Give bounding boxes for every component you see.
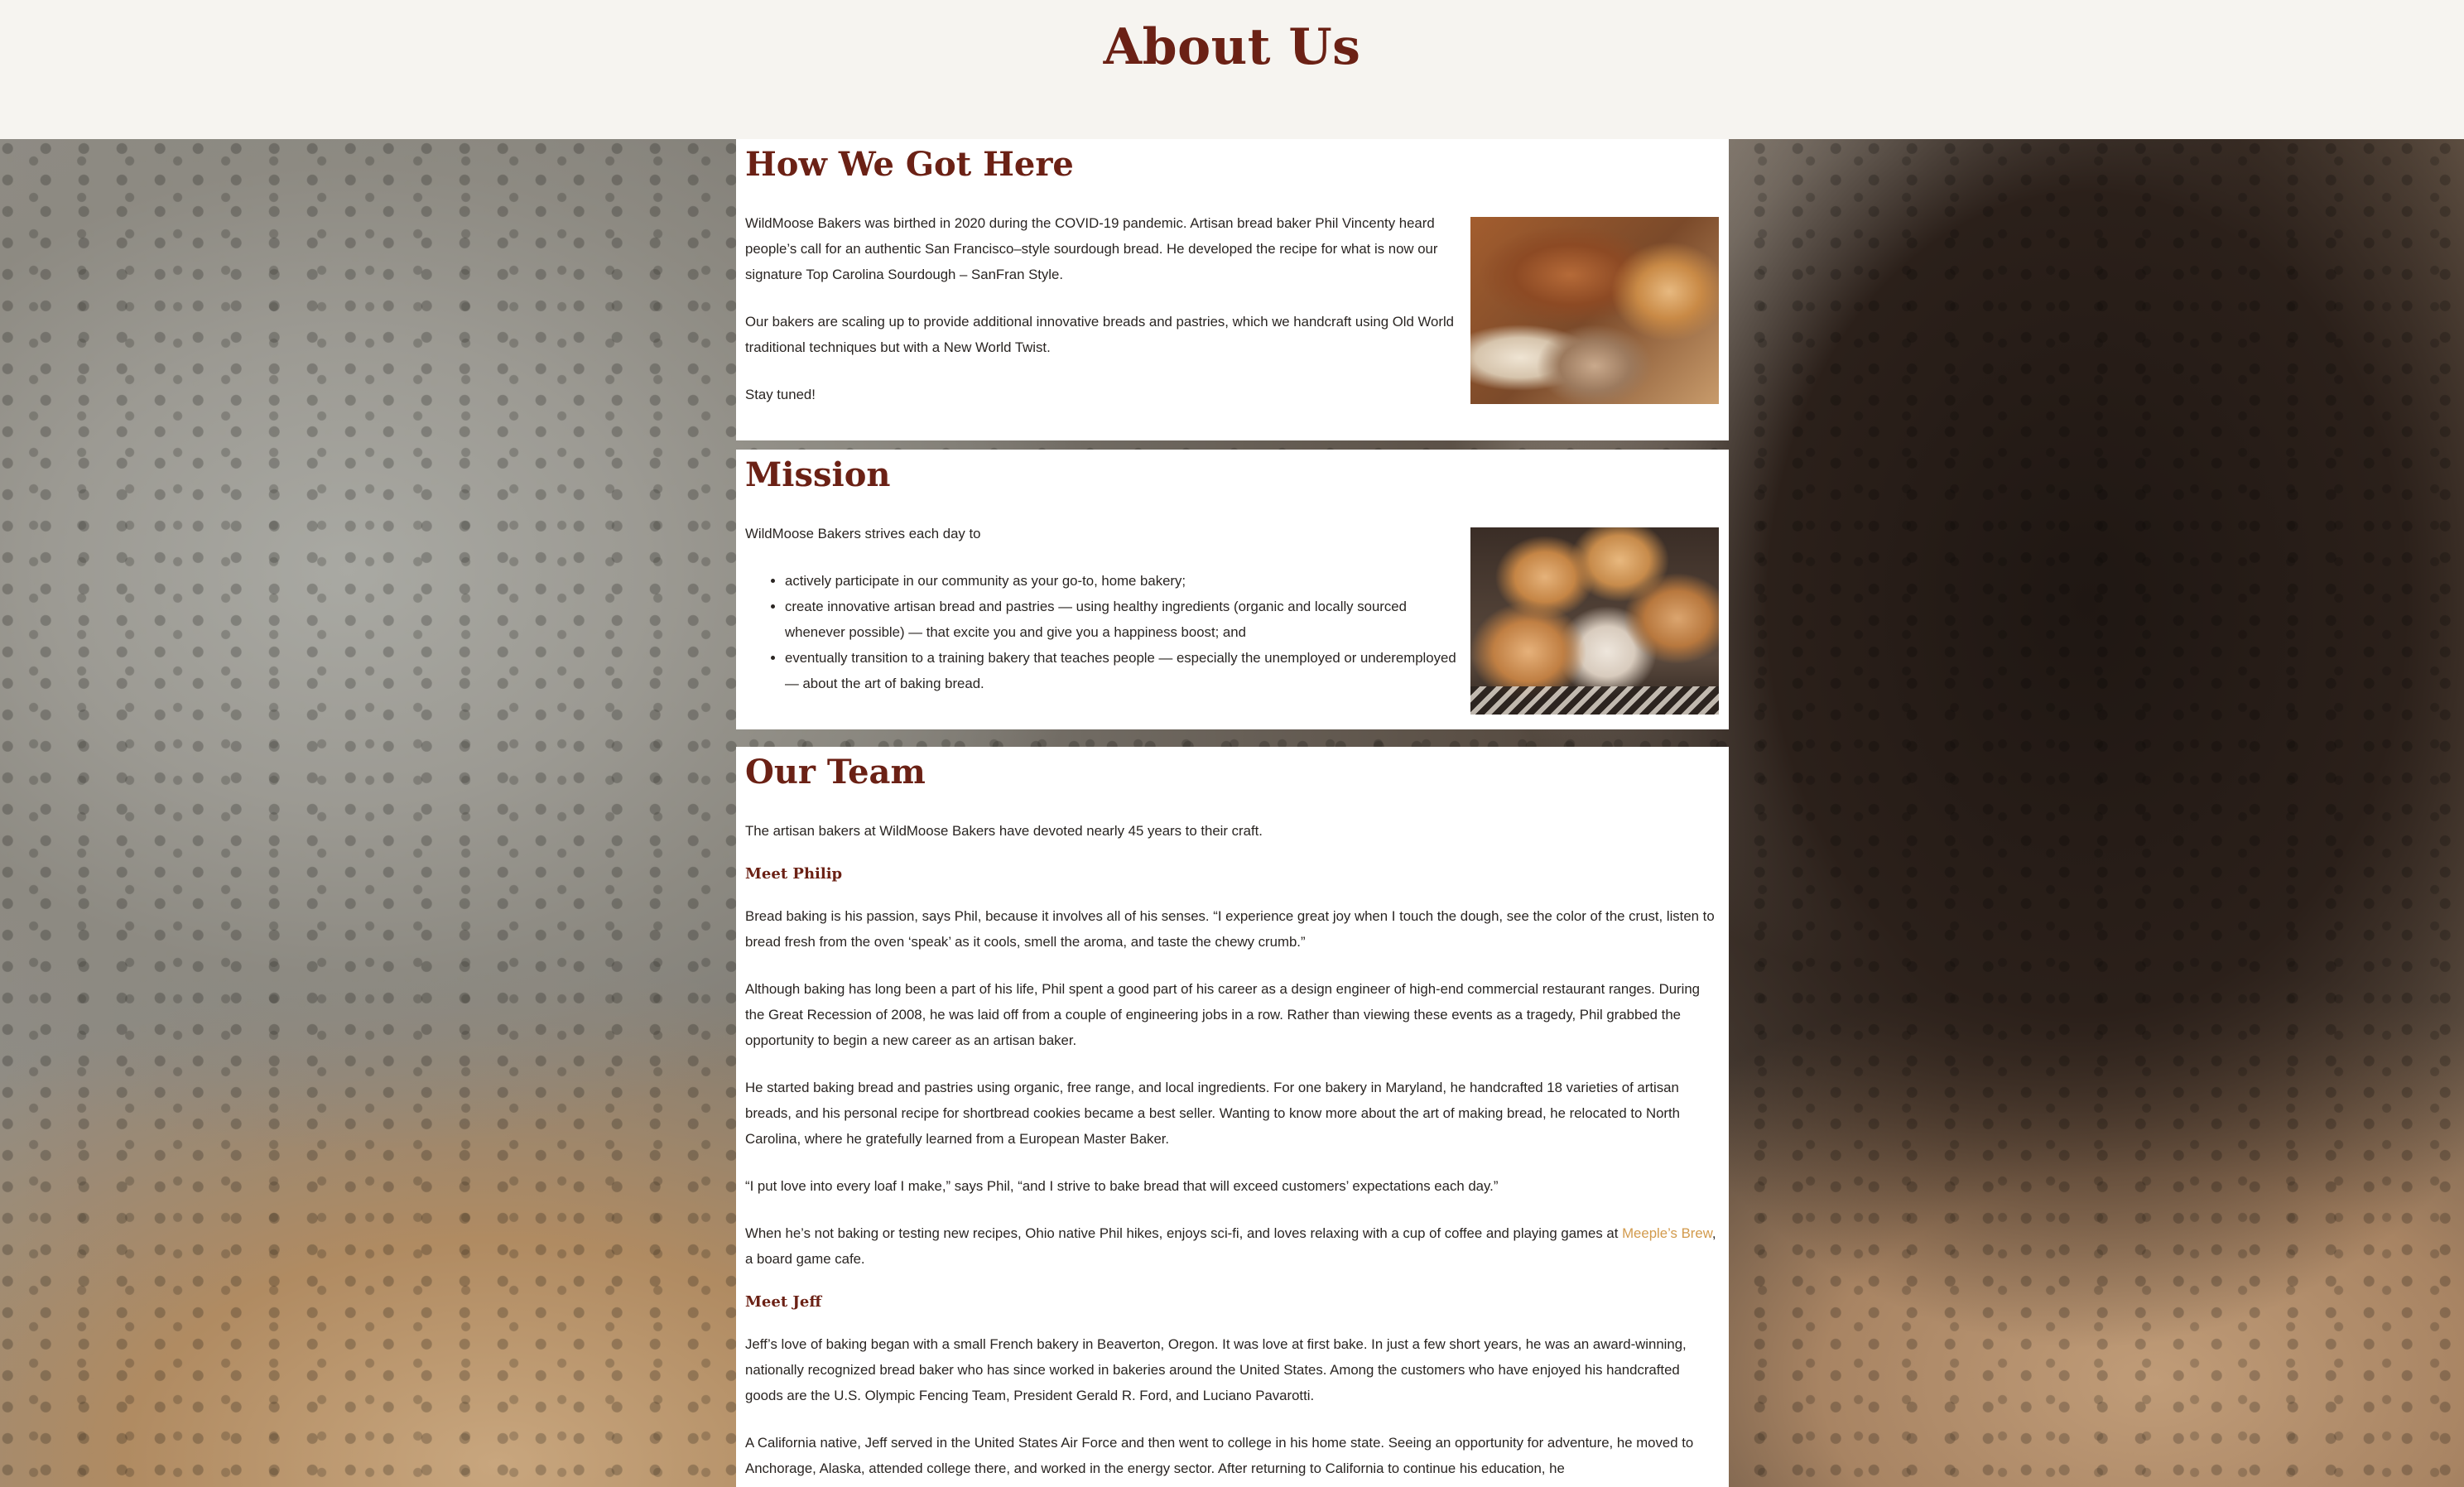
history-heading: How We Got Here [745, 145, 1074, 184]
team-heading: Our Team [745, 753, 926, 792]
meet-jeff-heading: Meet Jeff [745, 1293, 822, 1311]
mission-section: Mission WildMoose Bakers strives each da… [736, 450, 1729, 729]
philip-paragraph: Although baking has long been a part of … [745, 981, 1701, 1048]
page-title: About Us [1103, 18, 1361, 76]
mission-list-item: eventually transition to a training bake… [785, 645, 1457, 696]
philip-hobbies: When he’s not baking or testing new reci… [745, 1220, 1719, 1272]
history-text: WildMoose Bakers was birthed in 2020 dur… [745, 215, 1457, 407]
jeff-paragraph: Jeff’s love of baking began with a small… [745, 1336, 1687, 1403]
mission-list-item: actively participate in our community as… [785, 568, 1457, 594]
team-section: Our Team The artisan bakers at WildMoose… [736, 747, 1729, 1487]
meet-philip-heading: Meet Philip [745, 865, 843, 883]
team-intro: The artisan bakers at WildMoose Bakers h… [745, 823, 1263, 839]
jeff-paragraph: A California native, Jeff served in the … [745, 1435, 1694, 1476]
philip-paragraph: “I put love into every loaf I make,” say… [745, 1178, 1499, 1194]
mission-text: WildMoose Bakers strives each day to act… [745, 526, 1457, 696]
philip-hobbies-text: When he’s not baking or testing new reci… [745, 1225, 1623, 1241]
mission-list-item: create innovative artisan bread and past… [785, 594, 1457, 645]
mission-intro: WildMoose Bakers strives each day to [745, 526, 981, 541]
breads-photo [1470, 217, 1719, 404]
history-paragraph: WildMoose Bakers was birthed in 2020 dur… [745, 215, 1438, 282]
history-paragraph: Our bakers are scaling up to provide add… [745, 314, 1455, 355]
history-paragraph: Stay tuned! [745, 387, 816, 402]
page-header: About Us [0, 0, 2464, 139]
history-section: How We Got Here WildMoose Bakers was bir… [736, 139, 1729, 440]
mission-list: actively participate in our community as… [745, 568, 1457, 696]
philip-paragraph: Bread baking is his passion, says Phil, … [745, 908, 1715, 950]
mission-heading: Mission [745, 455, 891, 494]
rolls-photo [1470, 527, 1719, 715]
team-text: The artisan bakers at WildMoose Bakers h… [745, 818, 1719, 1481]
meeples-brew-link[interactable]: Meeple’s Brew [1622, 1225, 1712, 1241]
philip-paragraph: He started baking bread and pastries usi… [745, 1080, 1681, 1147]
